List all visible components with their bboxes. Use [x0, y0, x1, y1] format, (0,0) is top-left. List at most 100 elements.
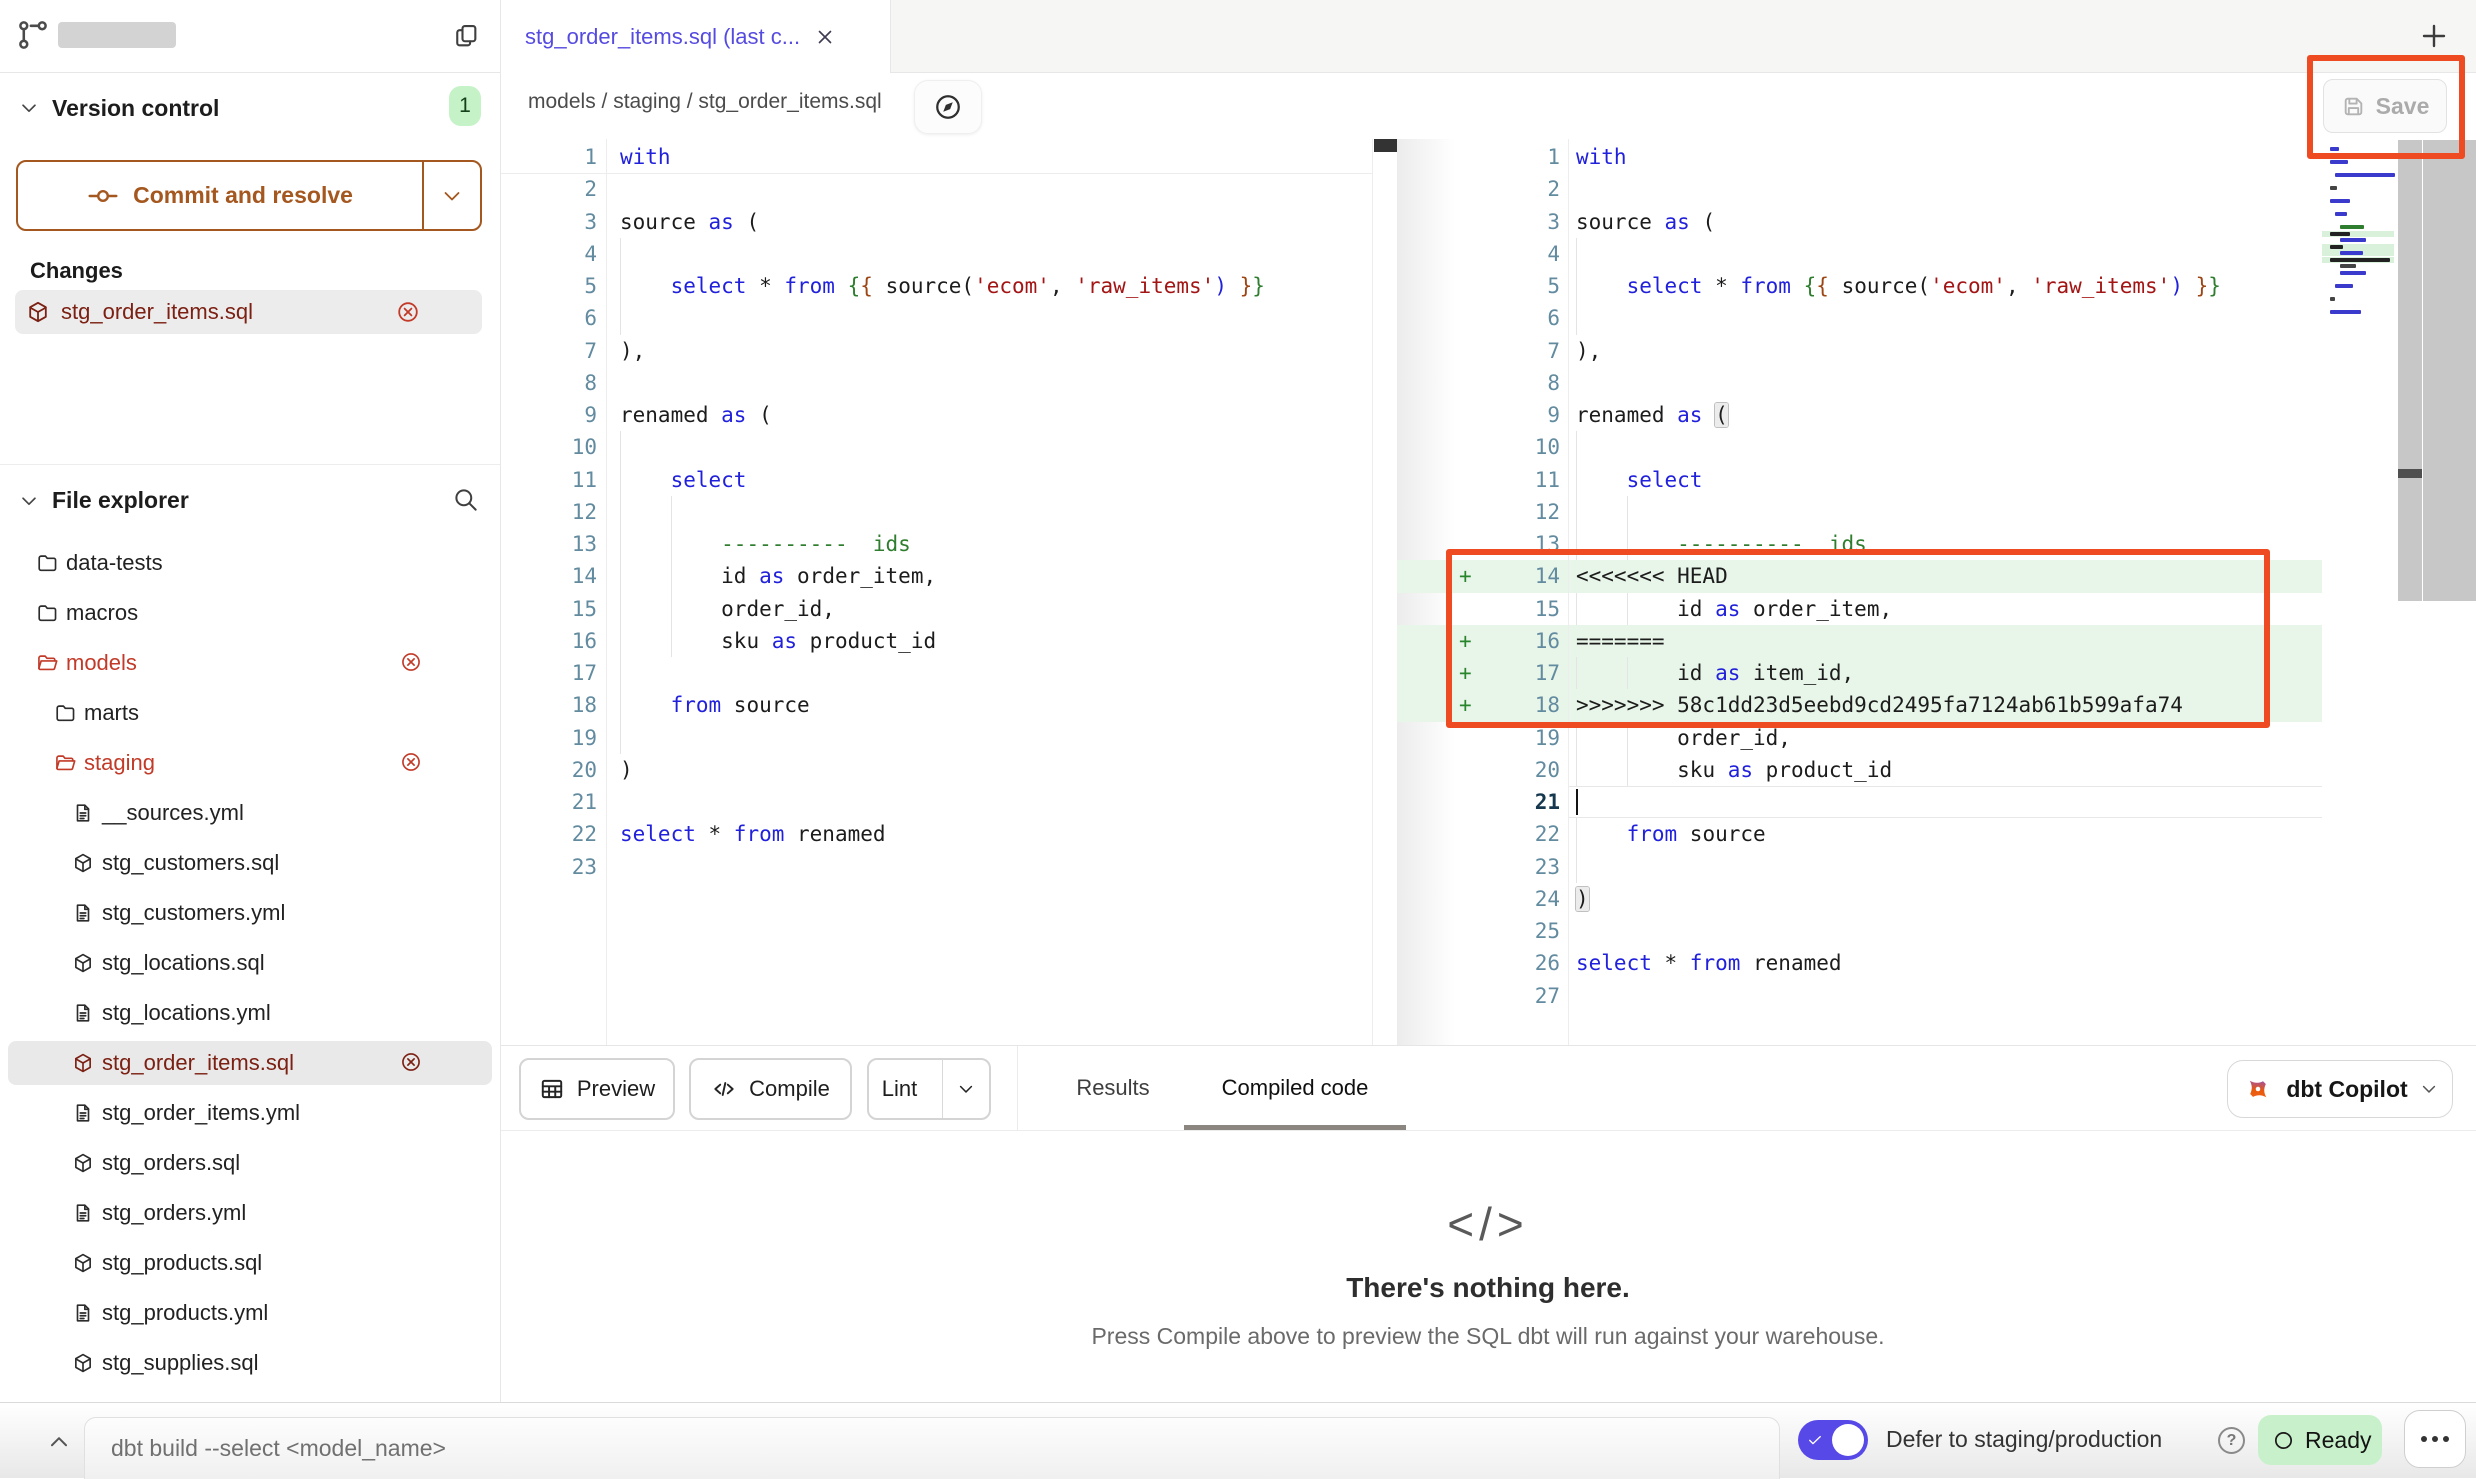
code-line-24[interactable]: 24)	[1397, 883, 2322, 915]
code-line-13[interactable]: 13 ---------- ids	[500, 528, 1372, 560]
tree-item-stg-order-items-sql[interactable]: stg_order_items.sql	[8, 1041, 492, 1085]
defer-toggle[interactable]	[1798, 1420, 1868, 1460]
code-line-6[interactable]: 6	[500, 302, 1372, 334]
code-line-26[interactable]: 26select * from renamed	[1397, 947, 2322, 979]
discard-change-icon[interactable]	[400, 1051, 422, 1073]
code-line-23[interactable]: 23	[500, 851, 1372, 883]
tree-item-stg-order-items-yml[interactable]: stg_order_items.yml	[8, 1091, 492, 1135]
scrollbar-thumb[interactable]	[1374, 139, 1397, 152]
tree-item-stg-products-yml[interactable]: stg_products.yml	[8, 1291, 492, 1335]
tree-item-stg-supplies-sql[interactable]: stg_supplies.sql	[8, 1341, 492, 1385]
lint-button[interactable]: Lint	[867, 1058, 991, 1120]
code-line-2[interactable]: 2	[500, 173, 1372, 205]
tree-item-stg-locations-yml[interactable]: stg_locations.yml	[8, 991, 492, 1035]
code-line-17[interactable]: +17 id as item_id,	[1397, 657, 2322, 689]
code-line-16[interactable]: +16=======	[1397, 625, 2322, 657]
code-line-4[interactable]: 4	[1397, 238, 2322, 270]
changes-item[interactable]: stg_order_items.sql	[15, 290, 482, 334]
code-line-10[interactable]: 10	[500, 431, 1372, 463]
dbt-copilot-button[interactable]: dbt Copilot	[2227, 1060, 2453, 1118]
code-line-21[interactable]: 21	[500, 786, 1372, 818]
code-line-11[interactable]: 11 select	[500, 464, 1372, 496]
code-line-27[interactable]: 27	[1397, 980, 2322, 1012]
code-line-8[interactable]: 8	[1397, 367, 2322, 399]
code-line-12[interactable]: 12	[1397, 496, 2322, 528]
tree-item-stg-customers-sql[interactable]: stg_customers.sql	[8, 841, 492, 885]
code-line-16[interactable]: 16 sku as product_id	[500, 625, 1372, 657]
tree-item-data-tests[interactable]: data-tests	[8, 541, 492, 585]
search-icon[interactable]	[452, 486, 479, 513]
code-line-1[interactable]: 1with	[1397, 141, 2322, 173]
code-line-10[interactable]: 10	[1397, 431, 2322, 463]
chevron-down-icon[interactable]	[18, 490, 40, 512]
editor-scrollbar-track[interactable]	[2398, 140, 2422, 601]
code-line-21[interactable]: 21	[1397, 786, 2322, 818]
code-line-2[interactable]: 2	[1397, 173, 2322, 205]
code-line-1[interactable]: 1with	[500, 141, 1372, 173]
tree-item-stg-customers-yml[interactable]: stg_customers.yml	[8, 891, 492, 935]
chevron-up-icon[interactable]	[46, 1429, 72, 1455]
code-line-7[interactable]: 7),	[1397, 335, 2322, 367]
code-line-7[interactable]: 7),	[500, 335, 1372, 367]
discard-change-icon[interactable]	[400, 651, 422, 673]
tree-item-models[interactable]: models	[8, 641, 492, 685]
scrollbar-thumb[interactable]	[2398, 469, 2422, 478]
code-line-12[interactable]: 12	[500, 496, 1372, 528]
left-pane-scrollbar[interactable]	[1372, 139, 1397, 1045]
code-line-11[interactable]: 11 select	[1397, 464, 2322, 496]
help-icon[interactable]: ?	[2218, 1427, 2245, 1454]
tab-stg-order-items[interactable]: stg_order_items.sql (last c...	[501, 0, 891, 73]
code-line-9[interactable]: 9renamed as (	[1397, 399, 2322, 431]
code-editor-right-pane[interactable]: 1with23source as (45 select * from {{ so…	[1397, 139, 2322, 1045]
code-line-14[interactable]: 14 id as order_item,	[500, 560, 1372, 592]
tree-item-macros[interactable]: macros	[8, 591, 492, 635]
code-line-22[interactable]: 22select * from renamed	[500, 818, 1372, 850]
code-line-3[interactable]: 3source as (	[500, 206, 1372, 238]
code-line-18[interactable]: 18 from source	[500, 689, 1372, 721]
tree-item-stg-orders-sql[interactable]: stg_orders.sql	[8, 1141, 492, 1185]
discard-change-icon[interactable]	[396, 300, 420, 324]
code-line-17[interactable]: 17	[500, 657, 1372, 689]
commit-dropdown-button[interactable]	[422, 162, 480, 229]
code-line-6[interactable]: 6	[1397, 302, 2322, 334]
command-input[interactable]	[84, 1417, 1780, 1479]
code-line-23[interactable]: 23	[1397, 851, 2322, 883]
chevron-down-icon[interactable]	[18, 97, 40, 119]
code-line-19[interactable]: 19 order_id,	[1397, 722, 2322, 754]
code-line-20[interactable]: 20)	[500, 754, 1372, 786]
new-tab-icon[interactable]	[2418, 20, 2450, 52]
lineage-button[interactable]	[914, 80, 982, 134]
discard-change-icon[interactable]	[400, 751, 422, 773]
more-options-button[interactable]	[2404, 1410, 2466, 1468]
copy-icon[interactable]	[452, 22, 480, 50]
code-line-19[interactable]: 19	[500, 722, 1372, 754]
code-line-4[interactable]: 4	[500, 238, 1372, 270]
close-tab-icon[interactable]	[814, 26, 836, 48]
code-line-5[interactable]: 5 select * from {{ source('ecom', 'raw_i…	[1397, 270, 2322, 302]
tab-compiled-code[interactable]: Compiled code	[1184, 1046, 1406, 1130]
tree-item-stg-orders-yml[interactable]: stg_orders.yml	[8, 1191, 492, 1235]
tree-item-stg-products-sql[interactable]: stg_products.sql	[8, 1241, 492, 1285]
preview-button[interactable]: Preview	[519, 1058, 675, 1120]
compile-button[interactable]: Compile	[689, 1058, 852, 1120]
save-button[interactable]: Save	[2323, 79, 2447, 133]
code-line-20[interactable]: 20 sku as product_id	[1397, 754, 2322, 786]
lint-dropdown-button[interactable]	[942, 1060, 989, 1118]
code-line-8[interactable]: 8	[500, 367, 1372, 399]
code-line-5[interactable]: 5 select * from {{ source('ecom', 'raw_i…	[500, 270, 1372, 302]
code-line-9[interactable]: 9renamed as (	[500, 399, 1372, 431]
commit-and-resolve-button[interactable]: Commit and resolve	[16, 160, 482, 231]
tree-item--sources-yml[interactable]: __sources.yml	[8, 791, 492, 835]
code-line-18[interactable]: +18>>>>>>> 58c1dd23d5eebd9cd2495fa7124ab…	[1397, 689, 2322, 721]
code-line-22[interactable]: 22 from source	[1397, 818, 2322, 850]
tree-item-stg-locations-sql[interactable]: stg_locations.sql	[8, 941, 492, 985]
code-line-3[interactable]: 3source as (	[1397, 206, 2322, 238]
tree-item-marts[interactable]: marts	[8, 691, 492, 735]
window-scrollbar-track[interactable]	[2423, 140, 2476, 601]
tab-results[interactable]: Results	[1048, 1046, 1178, 1130]
tree-item-staging[interactable]: staging	[8, 741, 492, 785]
code-line-15[interactable]: 15 order_id,	[500, 593, 1372, 625]
code-line-15[interactable]: 15 id as order_item,	[1397, 593, 2322, 625]
code-line-25[interactable]: 25	[1397, 915, 2322, 947]
code-line-14[interactable]: +14<<<<<<< HEAD	[1397, 560, 2322, 592]
